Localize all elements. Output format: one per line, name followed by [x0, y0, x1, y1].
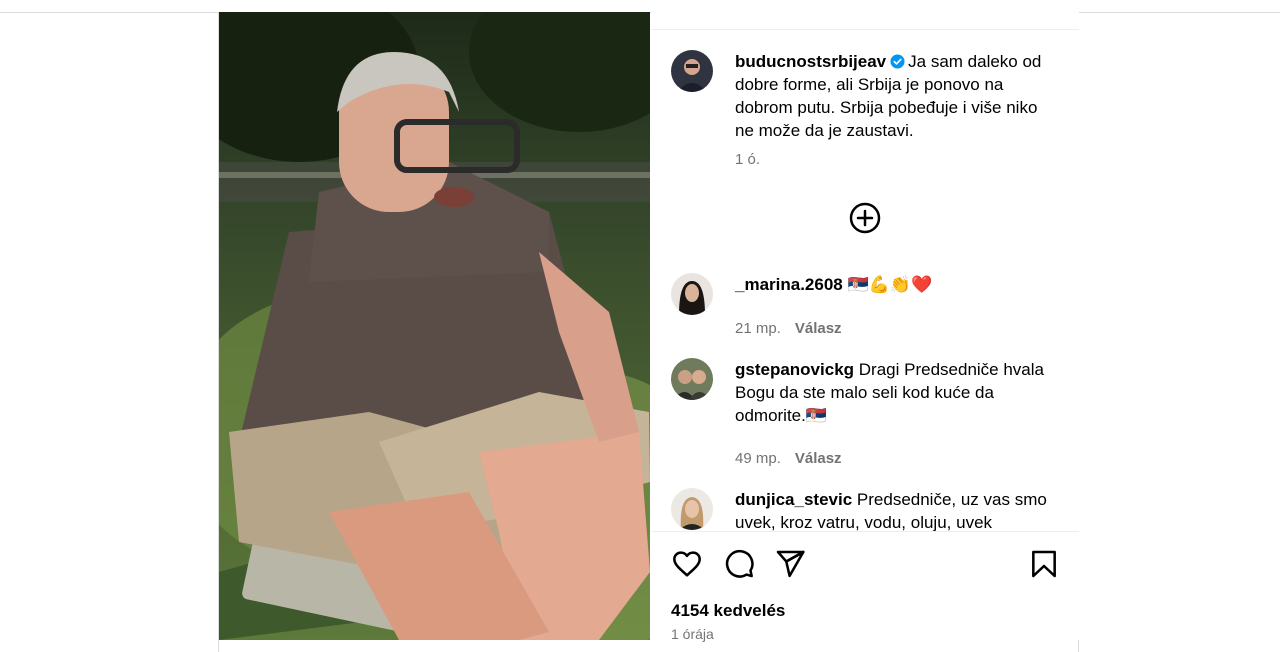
- video-frame-image: [219, 12, 650, 640]
- bookmark-icon: [1032, 550, 1056, 578]
- post-video[interactable]: [219, 12, 650, 640]
- comment-3: dunjica_stevic Predsedniče, uz vas smo u…: [735, 488, 1061, 531]
- avatar-image: [671, 273, 713, 315]
- comment-1-meta: 21 mp. Válasz: [735, 320, 842, 337]
- caption-meta: 1 ó.: [735, 151, 760, 168]
- author-avatar[interactable]: [671, 50, 713, 92]
- commenter-avatar[interactable]: [671, 273, 713, 315]
- comment-button[interactable]: [723, 548, 755, 580]
- post-dialog: buducnostsrbijeav Ja sam daleko od dobre …: [218, 12, 1079, 652]
- commenter-avatar[interactable]: [671, 358, 713, 400]
- reply-button[interactable]: Válasz: [795, 320, 842, 337]
- comment-text: 🇷🇸💪👏❤️: [847, 275, 933, 294]
- likes-count[interactable]: 4154 kedvelés: [671, 601, 785, 621]
- author-username[interactable]: buducnostsrbijeav: [735, 52, 886, 71]
- heart-icon: [673, 551, 701, 577]
- comment-2-meta: 49 mp. Válasz: [735, 450, 842, 467]
- comment-username[interactable]: dunjica_stevic: [735, 490, 852, 509]
- comment-username[interactable]: gstepanovickg: [735, 360, 854, 379]
- comment-2: gstepanovickg Dragi Predsedniče hvala Bo…: [735, 358, 1061, 427]
- verified-badge-icon: [890, 54, 905, 69]
- comment-age: 21 mp.: [735, 320, 781, 337]
- actions-divider: [651, 531, 1079, 532]
- post-sidebar: buducnostsrbijeav Ja sam daleko od dobre …: [651, 12, 1079, 642]
- comment-1: _marina.2608 🇷🇸💪👏❤️: [735, 273, 1061, 296]
- comment-username[interactable]: _marina.2608: [735, 275, 843, 294]
- reply-button[interactable]: Válasz: [795, 450, 842, 467]
- save-button[interactable]: [1028, 548, 1060, 580]
- plus-circle-icon: [849, 202, 881, 234]
- share-icon: [776, 550, 805, 578]
- caption: buducnostsrbijeav Ja sam daleko od dobre …: [735, 50, 1061, 142]
- avatar-image: [671, 50, 713, 92]
- comment-age: 49 mp.: [735, 450, 781, 467]
- load-more-comments-button[interactable]: [849, 202, 881, 234]
- share-button[interactable]: [774, 548, 806, 580]
- avatar-image: [671, 358, 713, 400]
- like-button[interactable]: [671, 548, 703, 580]
- comment-icon: [725, 549, 754, 578]
- avatar-image: [671, 488, 713, 530]
- comments-list: buducnostsrbijeav Ja sam daleko od dobre …: [651, 30, 1079, 531]
- commenter-avatar[interactable]: [671, 488, 713, 530]
- caption-age: 1 ó.: [735, 151, 761, 168]
